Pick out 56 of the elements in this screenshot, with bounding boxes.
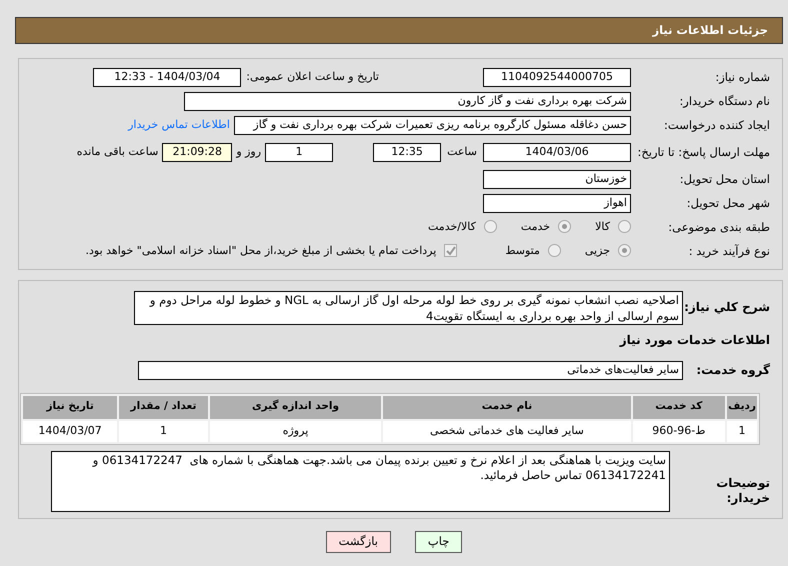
text-field[interactable]: سایر فعالیت‌های خدماتی bbox=[138, 361, 683, 380]
text-field[interactable]: شرکت بهره برداری نفت و گاز کارون bbox=[184, 92, 631, 110]
print-button[interactable]: چاپ bbox=[414, 530, 462, 553]
option-label: کالا/خدمت bbox=[428, 220, 476, 234]
field-label: طبقه بندی موضوعی: bbox=[667, 220, 770, 234]
table-cell: 1 bbox=[727, 420, 757, 442]
option-label: خدمت bbox=[520, 220, 550, 234]
description-field[interactable]: اصلاحیه نصب انشعاب نمونه گیری بر روی خط لوله مرحله اول گاز ارسالی به NGL و خطوط لوله مراحل دوم و سوم ارسالی از واحد بهره برداری به ایستگاه تقویت4 bbox=[134, 291, 683, 325]
column-header: کد خدمت bbox=[632, 396, 726, 419]
field-label: شهر محل تحویل: bbox=[686, 196, 770, 210]
date-field[interactable]: 1404/03/06 bbox=[483, 142, 631, 162]
section-title: اطلاعات خدمات مورد نیاز bbox=[618, 333, 770, 349]
radio-button[interactable] bbox=[558, 220, 572, 234]
radio-button[interactable] bbox=[618, 220, 631, 234]
days-field[interactable]: 1 bbox=[265, 142, 334, 162]
column-header: تعداد / مقدار bbox=[119, 396, 208, 419]
notes-field[interactable]: سایت ویزیت با هماهنگی بعد از اعلام نرخ و تعیین برنده پیمان می باشد.جهت هماهنگی با شماره های 06134172247 و 06134172241 تماس حاصل فرمائید. bbox=[51, 450, 670, 512]
countdown-field[interactable]: 21:09:28 bbox=[162, 142, 232, 162]
table-cell: 1404/03/07 bbox=[23, 420, 118, 442]
field-label: مهلت ارسال پاسخ: تا تاریخ: bbox=[636, 144, 770, 160]
checkbox[interactable] bbox=[444, 244, 458, 258]
field-label: گروه خدمت: bbox=[695, 362, 770, 378]
page-title-bar: جزئیات اطلاعات نیاز bbox=[15, 17, 783, 44]
text-field[interactable]: حسن دغاقله مسئول کارگروه برنامه ریزی تعمیرات شرکت بهره برداری نفت و گاز bbox=[234, 116, 631, 134]
back-button[interactable]: بازگشت bbox=[326, 530, 391, 553]
column-header: واحد اندازه گیری bbox=[210, 396, 382, 419]
table-cell: سایر فعالیت های خدماتی شخصی bbox=[383, 420, 631, 442]
field-label: ساعت باقی مانده bbox=[76, 144, 158, 160]
field-label: تاریخ و ساعت اعلان عمومی: bbox=[246, 70, 379, 84]
time-field[interactable]: 12:35 bbox=[373, 142, 442, 162]
column-header: ردیف bbox=[727, 396, 757, 419]
table-cell: ط-96-960 bbox=[632, 420, 726, 442]
option-label: جزیی bbox=[584, 244, 610, 258]
column-header: نام خدمت bbox=[383, 396, 631, 419]
field-label: شرح کلي نياز: bbox=[683, 300, 770, 316]
field-label: ساعت bbox=[447, 144, 477, 160]
table-cell: 1 bbox=[119, 420, 208, 442]
field-label: توضیحات خریدار: bbox=[715, 476, 770, 507]
radio-button[interactable] bbox=[548, 244, 561, 258]
text-field[interactable]: 1104092544000705 bbox=[483, 68, 631, 86]
radio-button[interactable] bbox=[618, 244, 631, 258]
field-label: نوع فرآیند خرید : bbox=[688, 244, 770, 258]
column-header: تاریخ نیاز bbox=[23, 396, 118, 419]
field-label: روز و bbox=[236, 144, 262, 160]
field-label: نام دستگاه خریدار: bbox=[678, 94, 770, 108]
option-label: متوسط bbox=[505, 244, 540, 258]
text-field[interactable]: خوزستان bbox=[483, 170, 631, 188]
payment-note: پرداخت تمام یا بخشی از مبلغ خرید،از محل "اسناد خزانه اسلامی" خواهد بود. bbox=[86, 244, 436, 258]
table-cell: پروژه bbox=[210, 420, 382, 442]
option-label: کالا bbox=[595, 220, 610, 234]
field-label: ایجاد کننده درخواست: bbox=[663, 118, 770, 132]
field-label: شماره نیاز: bbox=[714, 70, 770, 84]
text-field[interactable]: 1404/03/04 - 12:33 bbox=[93, 68, 242, 86]
field-label: استان محل تحویل: bbox=[678, 172, 770, 186]
radio-button[interactable] bbox=[484, 220, 497, 234]
text-field[interactable]: اهواز bbox=[483, 194, 631, 212]
